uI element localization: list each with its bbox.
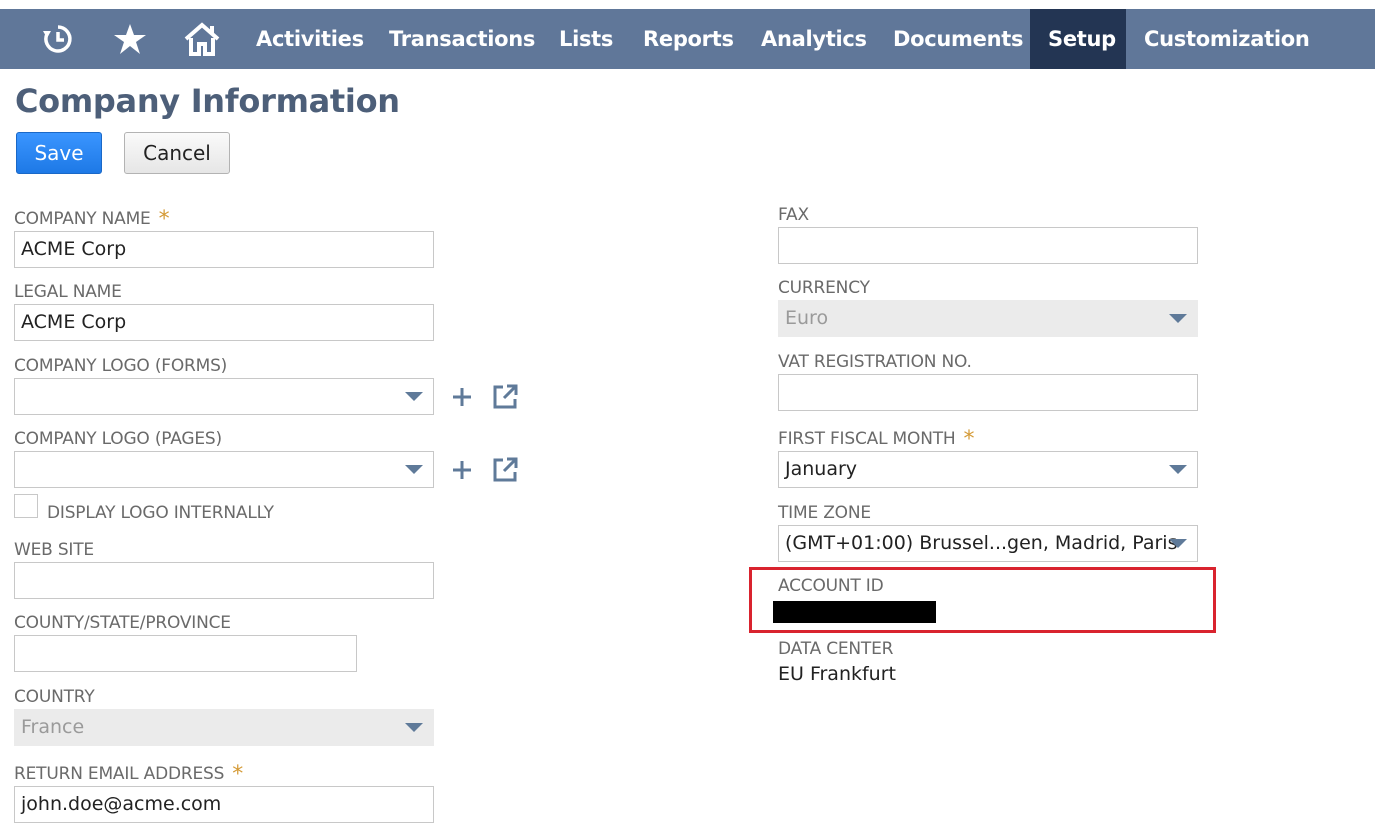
vat-input[interactable] <box>778 374 1198 411</box>
currency-select: Euro <box>778 300 1198 337</box>
top-nav-bar: Activities Transactions Lists Reports An… <box>0 9 1375 69</box>
page-title: Company Information <box>15 82 400 120</box>
fiscal-month-label: FIRST FISCAL MONTH * <box>778 427 975 452</box>
required-marker: * <box>158 207 170 232</box>
display-logo-checkbox[interactable] <box>14 494 38 518</box>
country-select: France <box>14 709 434 746</box>
time-zone-select[interactable]: (GMT+01:00) Brussel...gen, Madrid, Paris <box>778 525 1198 562</box>
county-input[interactable] <box>14 635 357 672</box>
fax-input[interactable] <box>778 227 1198 264</box>
recent-history-icon[interactable] <box>36 9 80 69</box>
required-marker: * <box>963 427 975 452</box>
chevron-down-icon <box>405 465 423 474</box>
nav-lists[interactable]: Lists <box>541 9 631 69</box>
nav-transactions[interactable]: Transactions <box>371 9 553 69</box>
company-name-label: COMPANY NAME * <box>14 207 170 232</box>
chevron-down-icon <box>405 392 423 401</box>
chevron-down-icon <box>1169 539 1187 548</box>
web-site-label: WEB SITE <box>14 540 94 560</box>
fax-label: FAX <box>778 205 809 225</box>
data-center-label: DATA CENTER <box>778 639 894 659</box>
currency-label: CURRENCY <box>778 278 870 298</box>
display-logo-label: DISPLAY LOGO INTERNALLY <box>47 503 274 523</box>
chevron-down-icon <box>405 723 423 732</box>
chevron-down-icon <box>1169 314 1187 323</box>
required-marker: * <box>232 762 243 787</box>
logo-forms-label: COMPANY LOGO (FORMS) <box>14 356 228 376</box>
nav-activities[interactable]: Activities <box>238 9 382 69</box>
legal-name-input[interactable]: ACME Corp <box>14 304 434 341</box>
add-logo-forms-button[interactable] <box>449 383 475 411</box>
legal-name-label: LEGAL NAME <box>14 282 122 302</box>
return-email-input[interactable]: john.doe@acme.com <box>14 786 434 823</box>
highlight-box <box>749 567 1216 633</box>
open-logo-forms-button[interactable] <box>491 383 519 411</box>
nav-documents[interactable]: Documents <box>875 9 1041 69</box>
vat-label: VAT REGISTRATION NO. <box>778 352 972 372</box>
add-logo-pages-button[interactable] <box>449 456 475 484</box>
company-name-input[interactable]: ACME Corp <box>14 231 434 268</box>
logo-pages-label: COMPANY LOGO (PAGES) <box>14 429 222 449</box>
country-label: COUNTRY <box>14 687 95 707</box>
open-logo-pages-button[interactable] <box>491 456 519 484</box>
county-label: COUNTY/STATE/PROVINCE <box>14 613 231 633</box>
fiscal-month-select[interactable]: January <box>778 451 1198 488</box>
nav-analytics[interactable]: Analytics <box>743 9 885 69</box>
open-external-icon <box>493 384 518 409</box>
home-icon[interactable] <box>180 9 224 69</box>
return-email-label: RETURN EMAIL ADDRESS * <box>14 762 243 787</box>
nav-reports[interactable]: Reports <box>625 9 752 69</box>
time-zone-label: TIME ZONE <box>778 503 871 523</box>
logo-forms-select[interactable] <box>14 378 434 415</box>
web-site-input[interactable] <box>14 562 434 599</box>
nav-setup[interactable]: Setup <box>1030 9 1126 69</box>
star-icon[interactable] <box>110 9 150 69</box>
nav-customization[interactable]: Customization <box>1126 9 1328 69</box>
cancel-button[interactable]: Cancel <box>124 132 230 174</box>
logo-pages-select[interactable] <box>14 451 434 488</box>
data-center-value: EU Frankfurt <box>778 663 896 685</box>
plus-icon <box>453 461 471 479</box>
open-external-icon <box>493 457 518 482</box>
save-button[interactable]: Save <box>16 132 102 174</box>
chevron-down-icon <box>1169 465 1187 474</box>
plus-icon <box>453 388 471 406</box>
